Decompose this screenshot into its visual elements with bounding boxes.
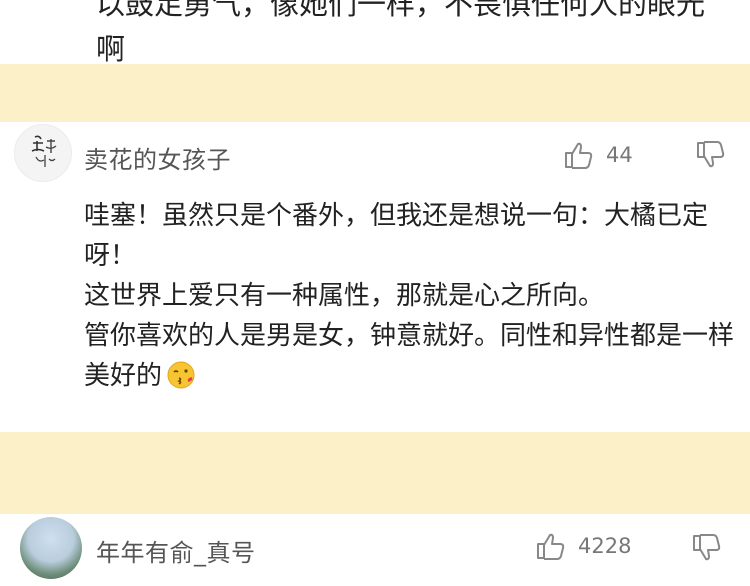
like-button[interactable]: 44 <box>564 141 633 169</box>
like-button[interactable]: 4228 <box>536 532 631 560</box>
thumbs-down-icon <box>696 141 726 169</box>
comment-paragraph: 这世界上爱只有一种属性，那就是心之所向。 <box>84 281 605 311</box>
thumbs-up-icon <box>536 532 566 560</box>
dislike-button[interactable] <box>696 141 726 169</box>
kissing-face-emoji-icon <box>166 360 196 402</box>
previous-comment-line: 以鼓足勇气，像她们一样，不畏惧任何人的眼光 <box>96 0 706 21</box>
thumbs-up-icon <box>564 141 594 169</box>
calligraphy-avatar-icon <box>31 135 57 167</box>
comment-body: 哇塞！虽然只是个番外，但我还是想说一句：大橘已定呀！ 这世界上爱只有一种属性，那… <box>84 196 736 402</box>
comment-username[interactable]: 卖花的女孩子 <box>84 140 231 175</box>
avatar[interactable] <box>14 124 72 182</box>
separator-band <box>0 64 750 122</box>
previous-comment-text: 以鼓足勇气，像她们一样，不畏惧任何人的眼光 啊 <box>96 0 736 72</box>
dislike-button[interactable] <box>692 534 722 562</box>
avatar[interactable] <box>20 517 82 579</box>
separator-band <box>0 432 750 514</box>
thumbs-down-icon <box>692 534 722 562</box>
like-count: 4228 <box>578 534 632 558</box>
like-count: 44 <box>606 143 633 167</box>
comment-username[interactable]: 年年有俞_真号 <box>96 533 256 568</box>
comment-paragraph: 管你喜欢的人是男是女，钟意就好。同性和异性都是一样美好的 <box>84 316 736 402</box>
comment-paragraph: 哇塞！虽然只是个番外，但我还是想说一句：大橘已定呀！ <box>84 201 709 271</box>
